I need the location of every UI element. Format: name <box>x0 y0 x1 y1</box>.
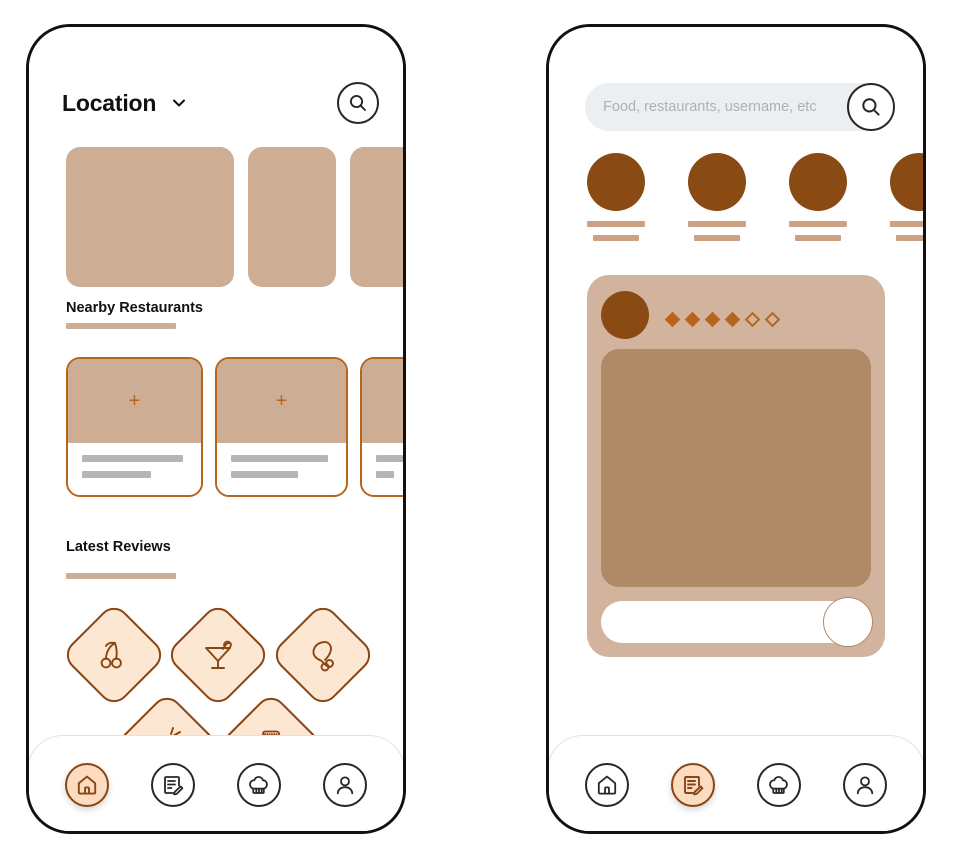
skeleton-line <box>231 455 328 462</box>
rating-diamond-filled[interactable] <box>664 311 681 327</box>
search-button[interactable] <box>337 82 379 124</box>
post-image[interactable] <box>601 349 871 587</box>
plus-icon[interactable] <box>362 359 403 443</box>
skeleton-line <box>688 221 746 227</box>
rating-diamond-empty[interactable] <box>744 311 761 327</box>
category-tile-cocktail[interactable] <box>164 601 272 709</box>
story-row[interactable] <box>587 153 923 241</box>
restaurant-card-meta <box>217 443 346 495</box>
nav-profile[interactable] <box>323 763 367 807</box>
nav-reviews[interactable] <box>151 763 195 807</box>
search-bar[interactable]: Food, restaurants, username, etc <box>585 83 895 131</box>
story-3[interactable] <box>789 153 847 241</box>
avatar[interactable] <box>688 153 746 211</box>
note-edit-icon <box>164 776 184 796</box>
restaurant-card-meta <box>362 443 403 495</box>
rating-diamonds[interactable] <box>664 311 781 327</box>
plus-icon[interactable]: + <box>217 359 346 443</box>
skeleton-line <box>593 235 639 241</box>
skeleton-line <box>376 471 395 478</box>
skeleton-line <box>82 471 152 478</box>
skeleton-line <box>694 235 740 241</box>
search-icon <box>349 94 366 111</box>
skeleton-line <box>795 235 841 241</box>
rating-diamond-filled[interactable] <box>704 311 721 327</box>
note-edit-icon <box>684 776 704 796</box>
location-header: Location <box>62 77 379 129</box>
latest-reviews-title: Latest Reviews <box>66 539 171 555</box>
post-header <box>601 289 871 341</box>
chef-hat-icon <box>249 776 268 794</box>
skeleton-line <box>896 235 923 241</box>
skeleton-line <box>890 221 923 227</box>
phone-mockup-feed: Food, restaurants, username, etc <box>546 24 926 834</box>
plus-icon[interactable]: + <box>68 359 201 443</box>
banner-placeholder-1[interactable] <box>66 147 234 287</box>
banner-placeholder-3[interactable] <box>350 147 403 287</box>
chef-hat-icon <box>769 776 788 794</box>
nearby-section-rule <box>66 323 176 329</box>
avatar[interactable] <box>890 153 923 211</box>
search-button[interactable] <box>847 83 895 131</box>
nav-home[interactable] <box>585 763 629 807</box>
avatar[interactable] <box>789 153 847 211</box>
location-label[interactable]: Location <box>62 90 156 117</box>
person-icon <box>856 776 874 795</box>
nearby-restaurants-title: Nearby Restaurants <box>66 300 203 316</box>
restaurant-card[interactable] <box>360 357 403 497</box>
rating-diamond-empty[interactable] <box>764 311 781 327</box>
phone-mockup-home: Location Nearby Restaurants + + Latest R… <box>26 24 406 834</box>
home-icon <box>597 775 617 795</box>
nav-chef[interactable] <box>757 763 801 807</box>
bottom-navigation-home <box>29 735 403 831</box>
avatar[interactable] <box>587 153 645 211</box>
rating-diamond-filled[interactable] <box>724 311 741 327</box>
story-1[interactable] <box>587 153 645 241</box>
restaurant-card[interactable]: + <box>215 357 348 497</box>
search-input-placeholder[interactable]: Food, restaurants, username, etc <box>603 99 817 115</box>
nav-home[interactable] <box>65 763 109 807</box>
category-tile-cherry[interactable] <box>60 601 168 709</box>
home-icon <box>77 775 97 795</box>
feed-screen: Food, restaurants, username, etc <box>549 27 923 831</box>
search-icon <box>862 98 880 116</box>
cocktail-icon <box>182 619 254 691</box>
screenshot-canvas: Location Nearby Restaurants + + Latest R… <box>0 0 959 850</box>
restaurant-card-list[interactable]: + + <box>66 357 403 497</box>
nav-reviews[interactable] <box>671 763 715 807</box>
restaurant-card-meta <box>68 443 201 495</box>
story-2[interactable] <box>688 153 746 241</box>
reviews-section-rule <box>66 573 176 579</box>
skeleton-line <box>587 221 645 227</box>
skeleton-line <box>231 471 298 478</box>
story-4[interactable] <box>890 153 923 241</box>
post-footer <box>601 597 873 647</box>
category-tile-chicken[interactable] <box>269 601 377 709</box>
banner-carousel[interactable] <box>66 147 403 287</box>
chicken-drumstick-icon <box>287 619 359 691</box>
post-card <box>587 275 885 657</box>
avatar[interactable] <box>601 291 649 339</box>
skeleton-line <box>376 455 403 462</box>
send-button[interactable] <box>823 597 873 647</box>
cherry-icon <box>78 619 150 691</box>
rating-diamond-filled[interactable] <box>684 311 701 327</box>
bottom-navigation-feed <box>549 735 923 831</box>
banner-placeholder-2[interactable] <box>248 147 336 287</box>
chevron-down-icon[interactable] <box>170 94 188 112</box>
skeleton-line <box>82 455 183 462</box>
person-icon <box>336 776 354 795</box>
skeleton-line <box>789 221 847 227</box>
nav-profile[interactable] <box>843 763 887 807</box>
nav-chef[interactable] <box>237 763 281 807</box>
restaurant-card[interactable]: + <box>66 357 203 497</box>
home-screen: Location Nearby Restaurants + + Latest R… <box>29 27 403 831</box>
